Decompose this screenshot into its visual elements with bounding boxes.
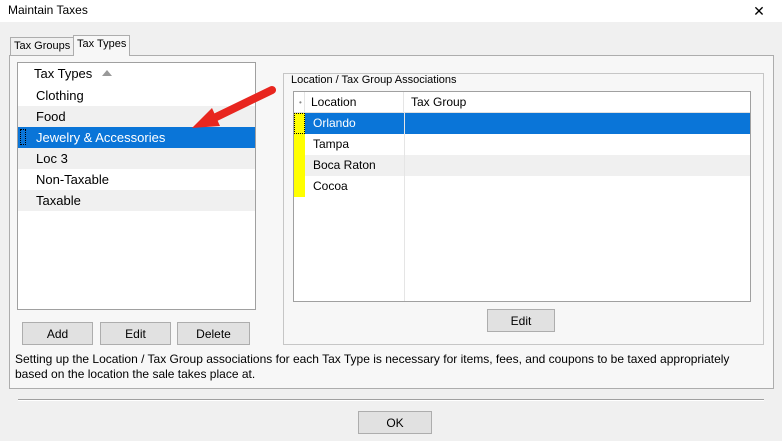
table-row[interactable]: Orlando — [294, 113, 750, 134]
cell-location: Cocoa — [313, 179, 348, 193]
cell-location: Orlando — [313, 116, 356, 130]
sort-ascending-icon — [101, 70, 112, 76]
list-item-label: Jewelry & Accessories — [36, 130, 166, 145]
delete-button[interactable]: Delete — [177, 322, 250, 345]
cell-location: Tampa — [313, 137, 350, 151]
table-row[interactable]: Tampa — [294, 134, 750, 155]
row-indicator — [294, 176, 305, 197]
help-text: Setting up the Location / Tax Group asso… — [15, 352, 730, 381]
ok-button[interactable]: OK — [358, 411, 432, 434]
column-header-location[interactable]: Location — [306, 92, 404, 113]
list-item[interactable]: Loc 3 — [18, 148, 255, 169]
divider — [18, 399, 764, 401]
associations-group-label: Location / Tax Group Associations — [291, 74, 459, 86]
close-icon[interactable]: ✕ — [736, 0, 782, 22]
column-header-tax-group[interactable]: Tax Group — [405, 92, 750, 113]
annotation-arrow-icon — [192, 86, 276, 128]
edit-association-button[interactable]: Edit — [487, 309, 555, 332]
list-item[interactable]: Non-Taxable — [18, 169, 255, 190]
edit-tax-type-button[interactable]: Edit — [100, 322, 171, 345]
focus-marker — [20, 129, 26, 145]
associations-grid[interactable]: • Location Tax Group Orlando Tampa Boca … — [293, 91, 751, 302]
column-divider — [404, 113, 405, 301]
list-item[interactable]: Taxable — [18, 190, 255, 211]
row-indicator — [294, 113, 305, 134]
row-indicator — [294, 134, 305, 155]
table-row[interactable]: Boca Raton — [294, 155, 750, 176]
row-indicator-header: • — [294, 92, 305, 113]
table-row[interactable]: Cocoa — [294, 176, 750, 197]
cell-location: Boca Raton — [313, 158, 376, 172]
tab-tax-groups[interactable]: Tax Groups — [10, 37, 75, 55]
tax-types-header-label: Tax Types — [34, 66, 93, 81]
tab-tax-types[interactable]: Tax Types — [73, 35, 131, 56]
title-bar: Maintain Taxes ✕ — [0, 0, 782, 22]
add-button[interactable]: Add — [22, 322, 93, 345]
row-indicator — [294, 155, 305, 176]
window-title: Maintain Taxes — [8, 3, 88, 17]
grid-header: • Location Tax Group — [294, 92, 750, 113]
